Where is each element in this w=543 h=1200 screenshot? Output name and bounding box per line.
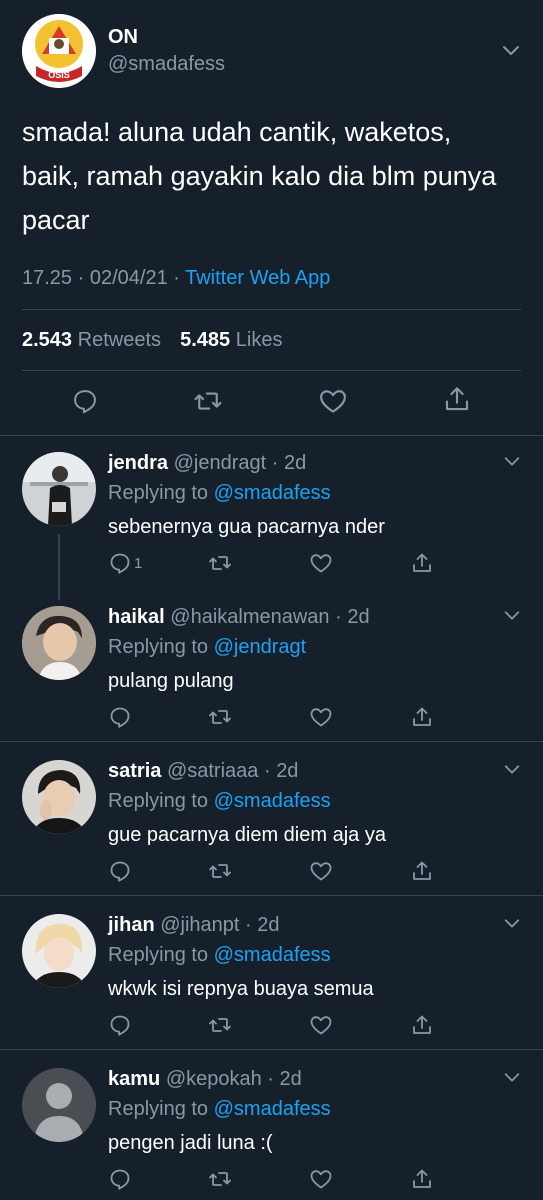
chevron-down-icon[interactable]	[503, 1068, 521, 1086]
tweet-meta: 17.25 · 02/04/21 · Twitter Web App	[22, 267, 331, 289]
avatar[interactable]	[22, 606, 96, 680]
main-tweet-text: smada! aluna udah cantik, waketos, baik,…	[22, 117, 497, 235]
reply-action-bar	[108, 1012, 528, 1042]
retweet-icon[interactable]	[193, 386, 223, 416]
replying-to-label: Replying to	[108, 944, 209, 966]
main-avatar[interactable]: OSIS	[22, 14, 96, 88]
tweet-stats: 2.543 Retweets 5.485 Likes	[22, 329, 282, 352]
reply-action-bar	[108, 1166, 528, 1196]
main-action-bar	[0, 384, 543, 424]
reply-tweet[interactable]: jihan @jihanpt · 2d Replying to @smadafe…	[0, 898, 543, 1052]
avatar-logo-text: OSIS	[48, 70, 70, 80]
reply-action-bar: 1	[108, 550, 528, 580]
chevron-down-icon[interactable]	[503, 452, 521, 470]
like-icon[interactable]	[309, 550, 333, 576]
reply-action-bar	[108, 704, 528, 734]
reply-text: gue pacarnya diem diem aja ya	[108, 824, 386, 846]
reply-author-handle[interactable]: @jendragt	[174, 452, 267, 474]
reply-tweet[interactable]: haikal @haikalmenawan · 2d Replying to @…	[0, 590, 543, 744]
reply-author-handle[interactable]: @kepokah	[166, 1068, 262, 1090]
like-icon[interactable]	[309, 1166, 333, 1192]
share-icon[interactable]	[410, 1012, 434, 1038]
main-display-name[interactable]: ON	[108, 26, 138, 49]
reply-icon[interactable]	[70, 386, 100, 416]
reply-text: sebenernya gua pacarnya nder	[108, 516, 385, 538]
replying-to-label: Replying to	[108, 1098, 209, 1120]
share-icon[interactable]	[410, 858, 434, 884]
avatar[interactable]	[22, 1068, 96, 1142]
chevron-down-icon[interactable]	[501, 40, 521, 60]
divider	[0, 1049, 543, 1050]
divider	[22, 370, 521, 371]
retweet-icon[interactable]	[208, 704, 232, 730]
share-icon[interactable]	[442, 384, 472, 414]
chevron-down-icon[interactable]	[503, 760, 521, 778]
reply-text: pulang pulang	[108, 670, 234, 692]
chevron-down-icon[interactable]	[503, 606, 521, 624]
replying-to-handle[interactable]: @smadafess	[214, 944, 331, 966]
reply-author-name[interactable]: satria	[108, 760, 161, 782]
reply-count: 1	[134, 554, 143, 572]
divider	[0, 741, 543, 742]
reply-icon[interactable]	[108, 704, 132, 730]
like-icon[interactable]	[309, 704, 333, 730]
like-icon[interactable]	[309, 1012, 333, 1038]
main-tweet: OSIS ON @smadafess smada! aluna udah can…	[0, 0, 543, 435]
reply-text: pengen jadi luna :(	[108, 1132, 273, 1154]
reply-action-bar	[108, 858, 528, 888]
reply-tweet[interactable]: satria @satriaaa · 2d Replying to @smada…	[0, 744, 543, 898]
main-handle[interactable]: @smadafess	[108, 53, 225, 76]
reply-author-handle[interactable]: @jihanpt	[160, 914, 239, 936]
reply-tweet[interactable]: kamu @kepokah · 2d Replying to @smadafes…	[0, 1052, 543, 1200]
reply-age: 2d	[347, 606, 370, 628]
reply-icon[interactable]	[108, 1166, 132, 1192]
share-icon[interactable]	[410, 1166, 434, 1192]
avatar[interactable]	[22, 914, 96, 988]
tweet-date: 02/04/21	[89, 267, 168, 289]
divider	[0, 895, 543, 896]
replying-to-label: Replying to	[108, 636, 209, 658]
replying-to-handle[interactable]: @smadafess	[214, 482, 331, 504]
replying-to-label: Replying to	[108, 790, 209, 812]
like-icon[interactable]	[318, 386, 348, 416]
replying-to-handle[interactable]: @jendragt	[214, 636, 307, 658]
reply-author-name[interactable]: jihan	[108, 914, 155, 936]
reply-author-name[interactable]: haikal	[108, 606, 165, 628]
reply-age: 2d	[276, 760, 299, 782]
likes-stat[interactable]: 5.485 Likes	[180, 329, 282, 351]
divider	[22, 309, 521, 310]
reply-tweet[interactable]: jendra @jendragt · 2d Replying to @smada…	[0, 436, 543, 590]
reply-age: 2d	[283, 452, 307, 474]
like-icon[interactable]	[309, 858, 333, 884]
tweet-source-link[interactable]: Twitter Web App	[185, 267, 330, 289]
reply-text: wkwk isi repnya buaya semua	[108, 978, 374, 1000]
share-icon[interactable]	[410, 550, 434, 576]
chevron-down-icon[interactable]	[503, 914, 521, 932]
retweets-stat[interactable]: 2.543 Retweets	[22, 329, 161, 351]
replying-to-handle[interactable]: @smadafess	[214, 1098, 331, 1120]
retweet-icon[interactable]	[208, 1166, 232, 1192]
reply-icon[interactable]: 1	[108, 550, 142, 576]
share-icon[interactable]	[410, 704, 434, 730]
reply-author-handle[interactable]: @haikalmenawan	[170, 606, 329, 628]
replying-to-handle[interactable]: @smadafess	[214, 790, 331, 812]
reply-age: 2d	[279, 1068, 302, 1090]
avatar[interactable]	[22, 760, 96, 834]
avatar[interactable]	[22, 452, 96, 526]
retweet-icon[interactable]	[208, 1012, 232, 1038]
reply-icon[interactable]	[108, 858, 132, 884]
reply-author-name[interactable]: jendra	[108, 452, 168, 474]
reply-author-handle[interactable]: @satriaaa	[167, 760, 258, 782]
reply-author-name[interactable]: kamu	[108, 1068, 160, 1090]
retweet-icon[interactable]	[208, 858, 232, 884]
retweet-icon[interactable]	[208, 550, 232, 576]
tweet-time: 17.25	[22, 267, 73, 289]
replying-to-label: Replying to	[108, 482, 209, 504]
reply-icon[interactable]	[108, 1012, 132, 1038]
reply-age: 2d	[257, 914, 280, 936]
